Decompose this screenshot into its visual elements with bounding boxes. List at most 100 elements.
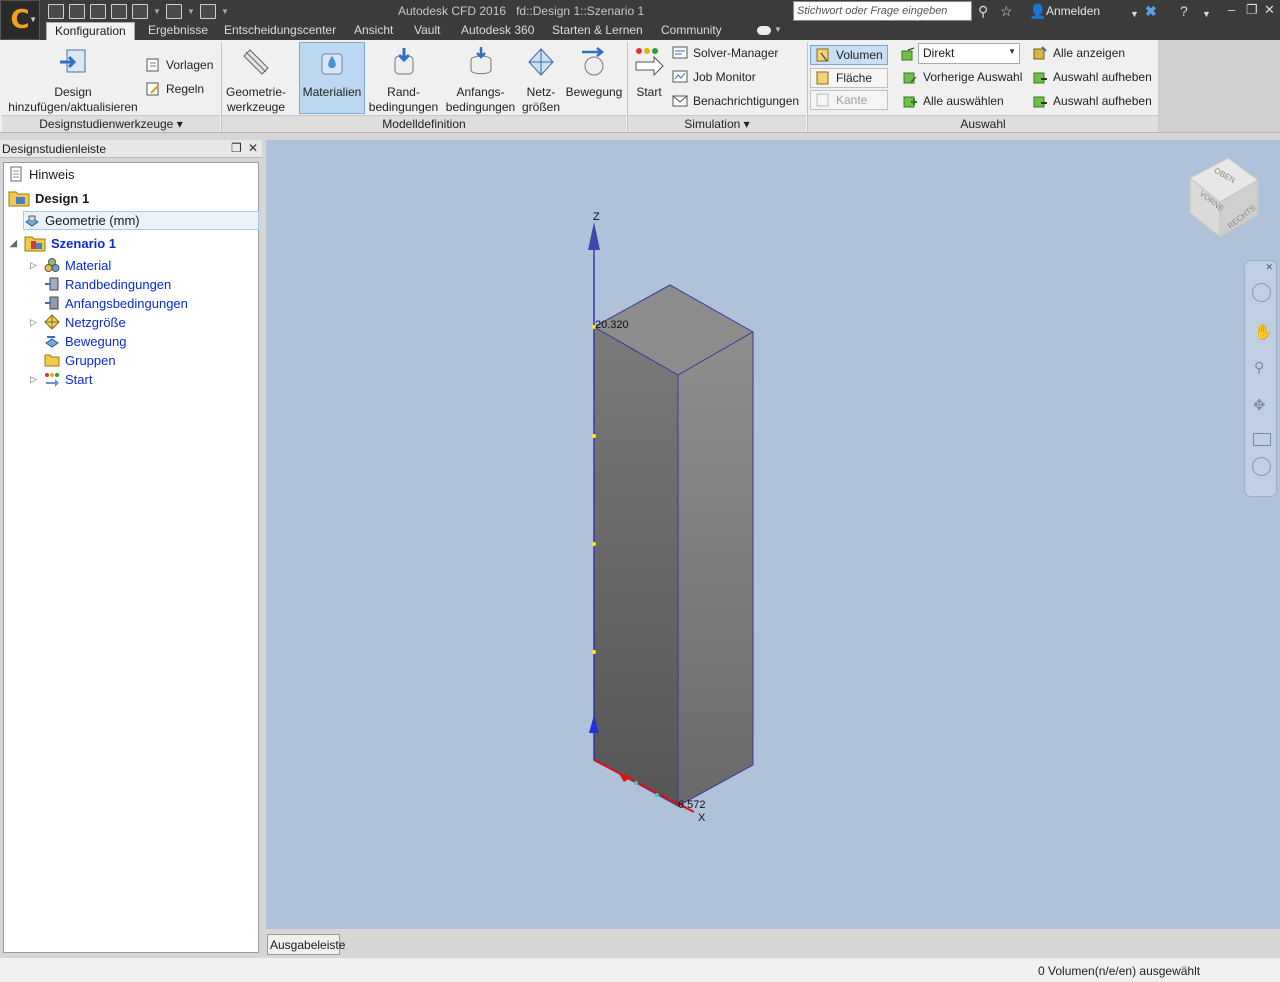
close-panel-icon[interactable]: ✕ [248, 141, 258, 155]
search-input[interactable]: Stichwort oder Frage eingeben [793, 1, 972, 21]
chevron-down-icon[interactable]: ▼ [1130, 6, 1139, 22]
dimension-handle[interactable] [592, 650, 596, 654]
motion-icon [45, 336, 59, 348]
tree-item-randbedingungen[interactable]: Randbedingungen [44, 276, 171, 292]
dimension-handle[interactable] [592, 434, 596, 438]
panel-auswahl[interactable]: Auswahl [808, 115, 1158, 132]
tree-item-hinweis[interactable]: Hinweis [8, 166, 75, 182]
panel-simulation[interactable]: Simulation ▾ [628, 115, 806, 132]
dimension-handle[interactable] [592, 542, 596, 546]
initial-conditions-button[interactable]: Anfangs- bedingungen [443, 46, 518, 115]
chevron-down-icon[interactable]: ▼ [221, 7, 229, 16]
3d-viewport[interactable]: Z 20.320 6.572 X OBEN VORNE RECHTS ✕ ✋ ⚲… [266, 140, 1280, 929]
look-at-icon[interactable] [1252, 457, 1271, 476]
user-icon[interactable]: 👤 [1029, 3, 1046, 19]
chevron-down-icon[interactable]: ▼ [187, 7, 195, 16]
surface-label: Fläche [836, 71, 873, 85]
collapse-icon[interactable]: ◢ [10, 238, 19, 249]
add-design-button[interactable]: Design hinzufügen/aktualisieren [4, 46, 142, 115]
notifications-button[interactable]: Benachrichtigungen [672, 93, 799, 109]
expand-icon[interactable]: ▷ [30, 317, 39, 328]
tree-item-gruppen[interactable]: Gruppen [44, 352, 116, 368]
close-icon[interactable]: ✕ [1265, 262, 1273, 273]
selection-mode-dropdown[interactable]: Direkt ▼ [918, 43, 1020, 64]
templates-icon [146, 58, 159, 72]
materials-button[interactable]: Materialien [299, 42, 365, 114]
job-monitor-button[interactable]: Job Monitor [672, 69, 756, 85]
tab-konfiguration[interactable]: Konfiguration [46, 22, 135, 40]
signin-button[interactable]: Anmelden [1046, 4, 1100, 18]
tab-ergebnisse[interactable]: Ergebnisse [148, 22, 208, 40]
save-as-icon[interactable] [111, 3, 127, 19]
cloud-icon[interactable] [757, 26, 771, 35]
panel-designstudienwerkzeuge[interactable]: Designstudienwerkzeuge ▾ [2, 115, 220, 132]
dimension-handle[interactable] [634, 781, 638, 785]
panel-label: Simulation [684, 117, 741, 131]
templates-button[interactable]: Vorlagen [145, 57, 213, 73]
box-front-face[interactable] [593, 326, 679, 807]
tab-community[interactable]: Community [661, 22, 722, 40]
motion-button[interactable]: Bewegung [564, 46, 624, 100]
viewcube[interactable]: OBEN VORNE RECHTS [1189, 157, 1259, 239]
display-mode-icon[interactable] [200, 3, 216, 19]
tab-starten-lernen[interactable]: Starten & Lernen [552, 22, 643, 40]
tree-item-netzgroesse[interactable]: ▷ Netzgröße [30, 314, 126, 330]
box-side-face[interactable] [677, 331, 754, 807]
select-surface-button[interactable]: Fläche [810, 68, 888, 88]
ribbon-empty-area [1158, 40, 1280, 132]
pan-icon[interactable]: ✋ [1254, 323, 1273, 341]
geometry-tools-button[interactable]: Geometrie- werkzeuge [224, 46, 288, 115]
binoculars-icon[interactable]: ⚲ [978, 3, 988, 19]
initial-label-line2: bedingungen [445, 100, 516, 114]
show-all-button[interactable]: Alle anzeigen [1032, 45, 1125, 61]
tree-item-szenario-1[interactable]: ◢ Szenario 1 [10, 234, 116, 252]
previous-selection-button[interactable]: Vorherige Auswahl [902, 69, 1022, 85]
select-mode-icon[interactable] [132, 3, 148, 19]
panel-modelldefinition[interactable]: Modelldefinition [222, 115, 626, 132]
application-menu-button[interactable]: C ▼ [0, 0, 40, 40]
close-icon[interactable]: ✕ [1264, 2, 1275, 18]
select-volume-button[interactable]: Volumen [810, 45, 888, 65]
chevron-down-icon[interactable]: ▼ [774, 25, 782, 34]
boundary-conditions-button[interactable]: Rand- bedingungen [366, 46, 441, 115]
save-icon[interactable] [90, 3, 106, 19]
chevron-down-icon[interactable]: ▼ [1202, 6, 1211, 22]
tree-item-design-1[interactable]: Design 1 [8, 189, 89, 207]
view-face-icon[interactable] [1253, 433, 1271, 446]
exchange-icon[interactable]: ✖ [1145, 3, 1157, 19]
chevron-down-icon[interactable]: ▼ [153, 7, 161, 16]
zoom-icon[interactable]: ⚲ [1254, 359, 1264, 376]
clear-selection-button-2[interactable]: Auswahl aufheben [1032, 93, 1152, 109]
output-bar-button[interactable]: Ausgabeleiste [267, 934, 345, 955]
new-file-icon[interactable] [48, 3, 64, 19]
expand-icon[interactable]: ▷ [30, 260, 39, 271]
dimension-handle[interactable] [655, 793, 659, 797]
tab-entscheidungscenter[interactable]: Entscheidungscenter [224, 22, 336, 40]
minimize-icon[interactable]: – [1228, 2, 1235, 17]
orbit-icon[interactable]: ✥ [1253, 396, 1266, 414]
steering-wheel-icon[interactable] [1252, 283, 1271, 302]
rules-button[interactable]: Regeln [145, 81, 204, 97]
restore-icon[interactable]: ❐ [1246, 2, 1258, 18]
expand-icon[interactable]: ▷ [30, 374, 39, 385]
start-icon [45, 373, 59, 387]
select-all-button[interactable]: Alle auswählen [902, 93, 1004, 109]
help-icon[interactable]: ? [1180, 3, 1188, 19]
tree-item-geometrie[interactable]: Geometrie (mm) [24, 212, 140, 228]
float-panel-icon[interactable]: ❐ [231, 141, 242, 155]
start-simulation-button[interactable]: Start [630, 46, 668, 100]
tab-ansicht[interactable]: Ansicht [354, 22, 393, 40]
tree-item-anfangsbedingungen[interactable]: Anfangsbedingungen [44, 295, 188, 311]
tree-item-material[interactable]: ▷ Material [30, 257, 111, 273]
clear-selection-button[interactable]: Auswahl aufheben [1032, 69, 1152, 85]
tab-autodesk-360[interactable]: Autodesk 360 [461, 22, 534, 40]
star-icon[interactable]: ☆ [1000, 3, 1013, 19]
view-cube-icon[interactable] [166, 3, 182, 19]
tab-vault[interactable]: Vault [414, 22, 440, 40]
tree-item-start[interactable]: ▷ Start [30, 371, 92, 387]
select-edge-button[interactable]: Kante [810, 90, 888, 110]
tree-item-bewegung[interactable]: Bewegung [44, 333, 126, 349]
solver-manager-button[interactable]: Solver-Manager [672, 45, 778, 61]
open-folder-icon[interactable] [69, 3, 85, 19]
mesh-sizes-button[interactable]: Netz- größen [519, 46, 563, 115]
